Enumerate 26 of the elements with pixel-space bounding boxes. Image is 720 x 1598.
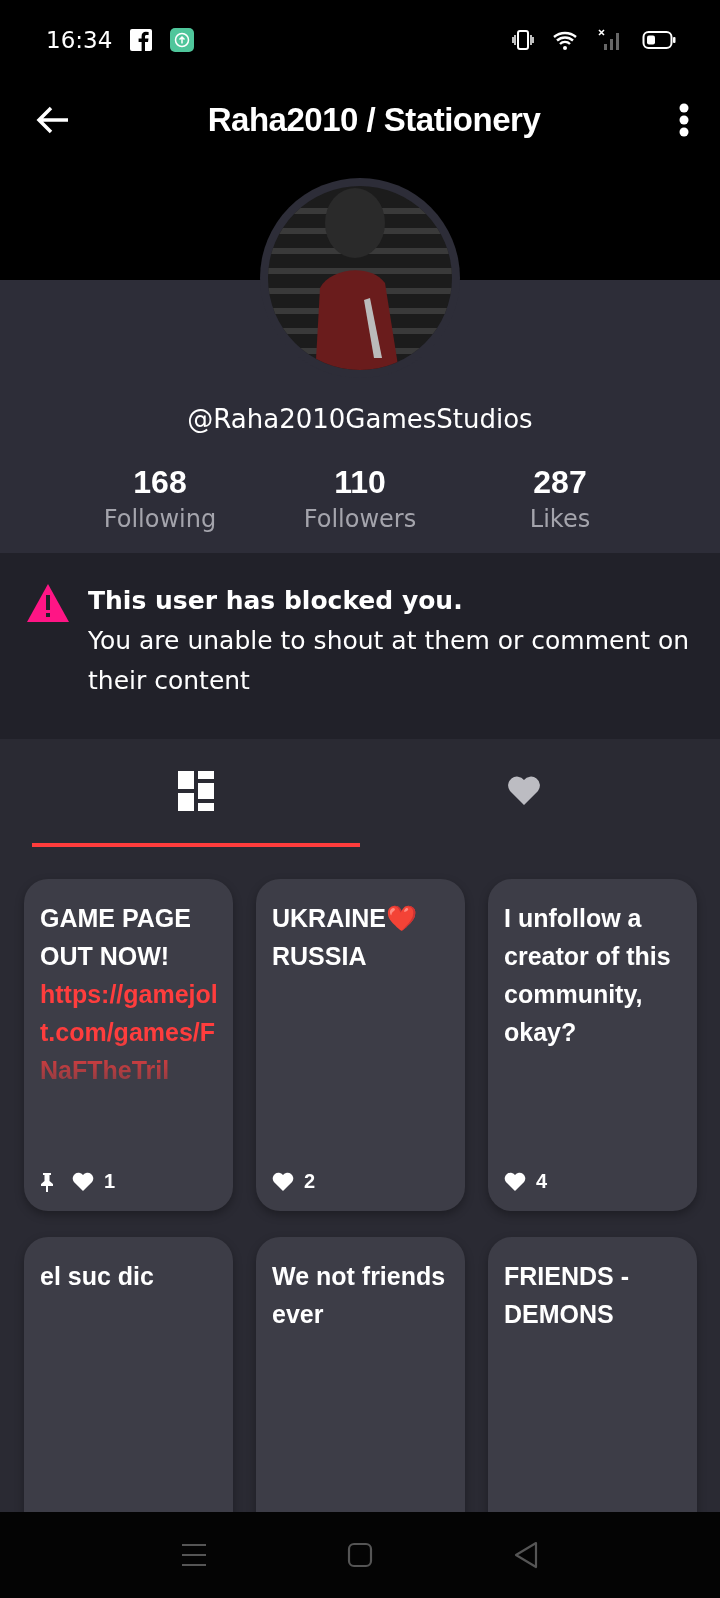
post-card[interactable]: I unfollow a creator of this community, okay? 4 <box>488 879 697 1211</box>
stat-label[interactable]: Likes <box>529 505 591 533</box>
notice-title: This user has blocked you. <box>88 585 464 617</box>
post-text: GAME PAGE OUT NOW! <box>40 903 192 972</box>
clock: 16:34 <box>46 27 113 53</box>
post-text: UKRAINE❤ RUSSIA <box>272 903 418 972</box>
like-count: 4 <box>536 1170 548 1193</box>
stat-count: 168 <box>133 464 187 501</box>
stat-label[interactable]: Following <box>103 505 217 533</box>
like-count: 1 <box>104 1170 116 1193</box>
post-card[interactable]: FRIENDS - DEMONS <box>488 1237 697 1512</box>
username: @Raha2010GamesStudios <box>186 404 534 434</box>
stat-label[interactable]: Followers <box>303 505 417 533</box>
stat-count: 287 <box>533 464 587 501</box>
stat-count: 110 <box>334 464 386 501</box>
post-card[interactable]: GAME PAGE OUT NOW! https://gamejolt.com/games/FNaFTheTril 1 <box>24 879 233 1211</box>
post-card[interactable]: el suc dic <box>24 1237 233 1512</box>
notice-message: You are unable to shout at them or comment on their content <box>88 625 690 697</box>
post-text: We not friends ever <box>272 1261 447 1330</box>
post-text: I unfollow a creator of this community, okay? <box>504 903 672 1048</box>
post-card[interactable]: We not friends ever <box>256 1237 465 1512</box>
like-count: 2 <box>304 1170 316 1193</box>
page-title: Raha2010 / Stationery <box>206 101 542 139</box>
post-card[interactable]: UKRAINE❤ RUSSIA 2 <box>256 879 465 1211</box>
post-text: el suc dic <box>40 1261 155 1292</box>
post-text: FRIENDS - DEMONS <box>504 1261 630 1330</box>
